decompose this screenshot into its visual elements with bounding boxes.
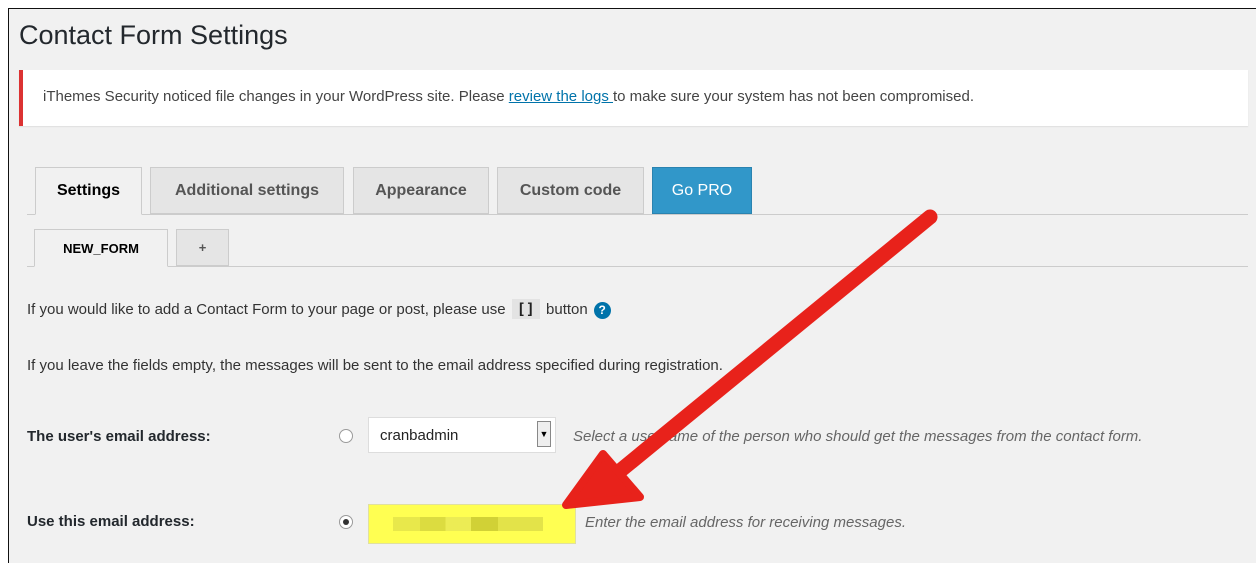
tab-new-form[interactable]: NEW_FORM [34,229,168,267]
help-icon[interactable]: ? [593,301,611,319]
shortcode-info: If you would like to add a Contact Form … [27,299,611,319]
add-form-tab[interactable]: + [176,229,229,266]
username-select[interactable]: cranbadmin ▼ [368,417,556,453]
notice-text-before: iThemes Security noticed file changes in… [43,88,509,105]
email-field[interactable] [368,504,576,544]
username-select-value: cranbadmin [380,427,459,444]
empty-fields-info: If you leave the fields empty, the messa… [27,357,723,374]
tab-settings[interactable]: Settings [35,167,142,215]
shortcode-icon: [] [511,299,540,319]
redacted-email-value [393,517,543,531]
custom-email-label: Use this email address: [27,513,195,530]
custom-email-radio[interactable] [339,515,353,529]
security-notice: iThemes Security noticed file changes in… [19,70,1248,126]
user-email-label: The user's email address: [27,428,211,445]
page-title: Contact Form Settings [19,20,288,50]
user-email-description: Select a username of the person who shou… [573,428,1143,445]
screenshot-frame: Contact Form Settings iThemes Security n… [0,0,1256,563]
custom-email-description: Enter the email address for receiving me… [585,514,906,531]
shortcode-info-after: button [541,301,588,318]
chevron-down-icon: ▼ [537,421,551,447]
tab-custom-code[interactable]: Custom code [497,167,644,214]
tab-additional-settings[interactable]: Additional settings [150,167,344,214]
user-email-radio[interactable] [339,429,353,443]
review-logs-link[interactable]: review the logs [509,88,613,105]
settings-tabs: Settings Additional settings Appearance … [27,158,1248,215]
notice-text-after: to make sure your system has not been co… [613,88,974,105]
notice-text: iThemes Security noticed file changes in… [43,88,974,105]
tab-go-pro[interactable]: Go PRO [652,167,752,214]
shortcode-info-before: If you would like to add a Contact Form … [27,301,510,318]
form-tabs: NEW_FORM + [27,214,1248,267]
tab-appearance[interactable]: Appearance [353,167,489,214]
